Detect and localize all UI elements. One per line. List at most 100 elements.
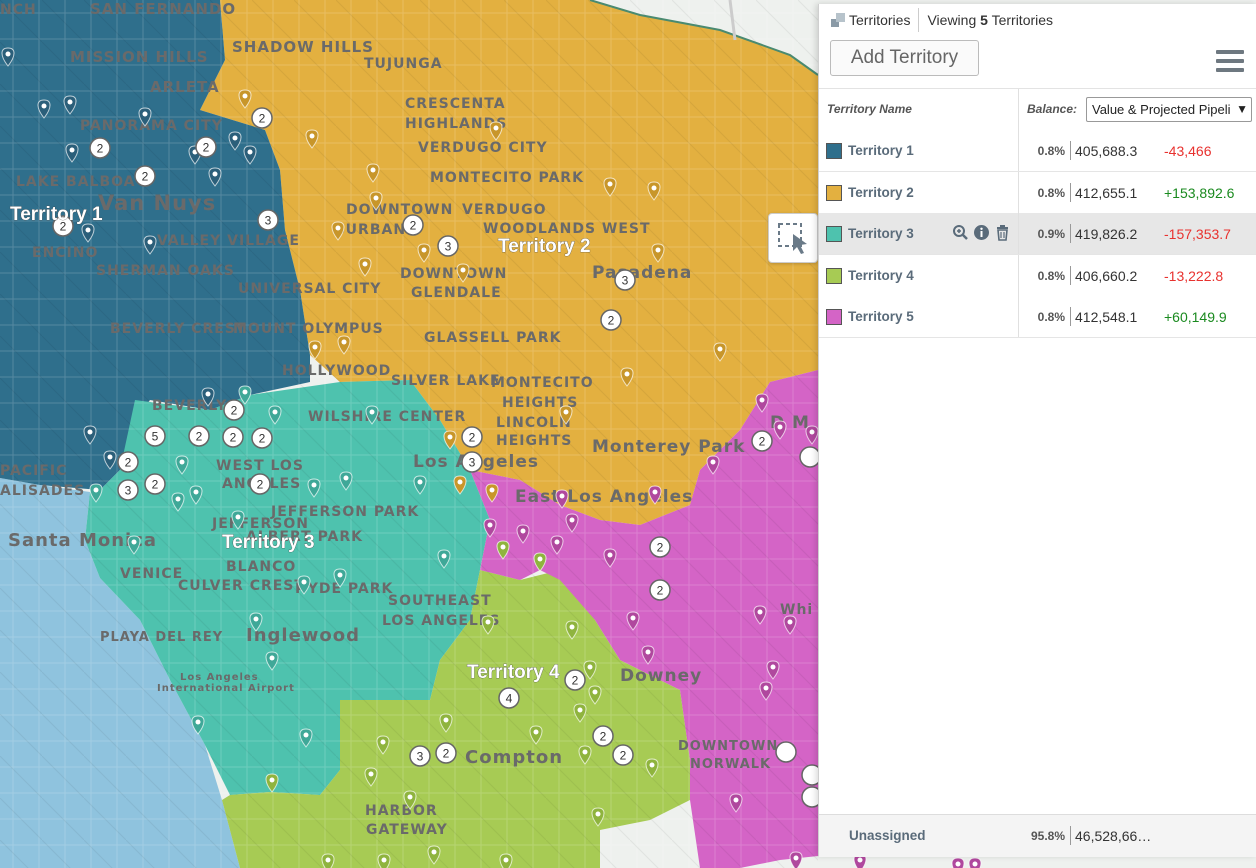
zoom-icon[interactable] xyxy=(952,224,969,241)
trash-icon[interactable] xyxy=(994,224,1011,241)
cluster-count: 3 xyxy=(265,214,272,228)
territory-name[interactable]: Territory 3 xyxy=(848,226,914,241)
territory-name[interactable]: Territory 5 xyxy=(848,309,914,324)
map-pin-dot xyxy=(787,619,793,625)
lasso-select-tool[interactable] xyxy=(768,213,818,263)
cluster-count: 2 xyxy=(657,584,664,598)
map-pin-dot xyxy=(131,539,137,545)
place-label: Van Nuys xyxy=(98,191,216,215)
map-pin-dot xyxy=(309,133,315,139)
territory-name[interactable]: Territory 2 xyxy=(848,185,914,200)
map-pin-dot xyxy=(67,99,73,105)
map-pin-dot xyxy=(577,707,583,713)
place-label: BEVERLY CREST xyxy=(110,321,246,337)
territory-row[interactable]: Territory 1 0.8% 405,688.3 -43,466 xyxy=(819,130,1256,172)
map-pin-dot xyxy=(569,517,575,523)
territory-diff: +60,149.9 xyxy=(1164,309,1227,326)
map-pin-dot xyxy=(649,762,655,768)
territory-value: 419,826.2 xyxy=(1075,226,1138,243)
map-pin-dot xyxy=(770,664,776,670)
place-label: CRESCENTA xyxy=(405,96,506,112)
place-label: Whi xyxy=(780,602,813,618)
place-label: PACIFIC xyxy=(0,463,67,479)
territory-diff: -13,222.8 xyxy=(1164,267,1224,284)
map-pin-dot xyxy=(607,552,613,558)
place-label: BLANCO xyxy=(226,559,296,575)
cluster-count: 2 xyxy=(142,170,149,184)
map-pin-dot xyxy=(487,522,493,528)
cluster-count: 2 xyxy=(125,456,132,470)
map-pin-dot xyxy=(460,267,466,273)
territory-color-swatch[interactable] xyxy=(826,267,842,284)
place-label: MONTECITO xyxy=(491,375,594,391)
unassigned-row[interactable]: Unassigned 95.8% 46,528,66… xyxy=(819,814,1256,857)
territory-name[interactable]: Territory 1 xyxy=(848,143,914,158)
place-label: Compton xyxy=(465,747,563,768)
map-pin-dot xyxy=(485,619,491,625)
map-pin-dot xyxy=(175,496,181,502)
column-territory-name[interactable]: Territory Name xyxy=(827,102,912,116)
viewing-count: 5 xyxy=(980,12,988,28)
map-pin-dot xyxy=(955,861,961,867)
map-pin-dot xyxy=(587,664,593,670)
balance-select-value: Value & Projected Pipeli xyxy=(1092,102,1231,117)
place-label: ALISADES xyxy=(0,483,85,499)
map-pin-dot xyxy=(651,185,657,191)
territory-color-swatch[interactable] xyxy=(826,309,842,326)
map-pin-dot xyxy=(972,861,978,867)
territories-tab[interactable]: Territories xyxy=(819,8,920,32)
map-pin-dot xyxy=(757,609,763,615)
map-pin-dot xyxy=(500,544,506,550)
map-pin-dot xyxy=(537,556,543,562)
map-pin-dot xyxy=(595,811,601,817)
territory-row[interactable]: Territory 5 0.8% 412,548.1 +60,149.9 xyxy=(819,296,1256,339)
territories-panel: Territories Viewing 5 Territories Add Te… xyxy=(818,4,1256,857)
place-label: NCH xyxy=(0,2,37,18)
cluster-count: 2 xyxy=(572,674,579,688)
map-pin-dot xyxy=(624,371,630,377)
map-pin-dot xyxy=(381,857,387,863)
map-pin-dot xyxy=(242,93,248,99)
cluster-count: 2 xyxy=(152,478,159,492)
cluster-count: 2 xyxy=(620,749,627,763)
map-pin-dot xyxy=(235,514,241,520)
place-label: UNIVERSAL CITY xyxy=(238,281,381,297)
map-pin-dot xyxy=(380,739,386,745)
map-pin-dot xyxy=(417,479,423,485)
territory-color-swatch[interactable] xyxy=(826,226,842,243)
viewing-prefix: Viewing xyxy=(927,12,977,28)
info-icon[interactable] xyxy=(973,224,990,241)
cluster-marker[interactable] xyxy=(775,741,797,763)
place-label: HEIGHTS xyxy=(496,433,572,449)
balance-select[interactable]: Value & Projected Pipeli ▼ xyxy=(1086,97,1252,122)
map-pin-dot xyxy=(69,147,75,153)
place-label: BEVERLY xyxy=(152,398,227,414)
place-label: Downey xyxy=(620,666,702,686)
territory-diff: -43,466 xyxy=(1164,143,1212,159)
place-label: Monterey Park xyxy=(592,437,745,457)
add-territory-button[interactable]: Add Territory xyxy=(830,40,979,76)
territory-color-swatch[interactable] xyxy=(826,184,842,201)
territory-pct: 0.8% xyxy=(1037,185,1065,200)
cluster-count: 3 xyxy=(469,456,476,470)
hamburger-icon[interactable] xyxy=(1216,50,1244,74)
territory-row[interactable]: Territory 2 0.8% 412,655.1 +153,892.6 xyxy=(819,171,1256,214)
place-label: Pasadena xyxy=(592,263,692,283)
place-label: TUJUNGA xyxy=(364,56,443,72)
territory-row[interactable]: Territory 3 0.9% 419,826.2 -157,353.7 xyxy=(819,213,1256,256)
cluster-marker[interactable] xyxy=(799,446,821,468)
dropdown-arrow-icon: ▼ xyxy=(1236,102,1248,116)
map-pin-dot xyxy=(373,195,379,201)
cluster-count: 2 xyxy=(600,730,607,744)
map-pin-dot xyxy=(232,135,238,141)
balance-label: Balance: xyxy=(1027,102,1078,116)
territory-row[interactable]: Territory 4 0.8% 406,660.2 -13,222.8 xyxy=(819,254,1256,297)
territory-color-swatch[interactable] xyxy=(826,143,842,159)
map-pin-dot xyxy=(569,624,575,630)
territory-name[interactable]: Territory 4 xyxy=(848,268,914,283)
cluster-count: 3 xyxy=(445,240,452,254)
cluster-count: 5 xyxy=(152,430,159,444)
cluster-count: 2 xyxy=(97,142,104,156)
map-pin-dot xyxy=(710,459,716,465)
place-label: East Los Angeles xyxy=(515,487,693,507)
